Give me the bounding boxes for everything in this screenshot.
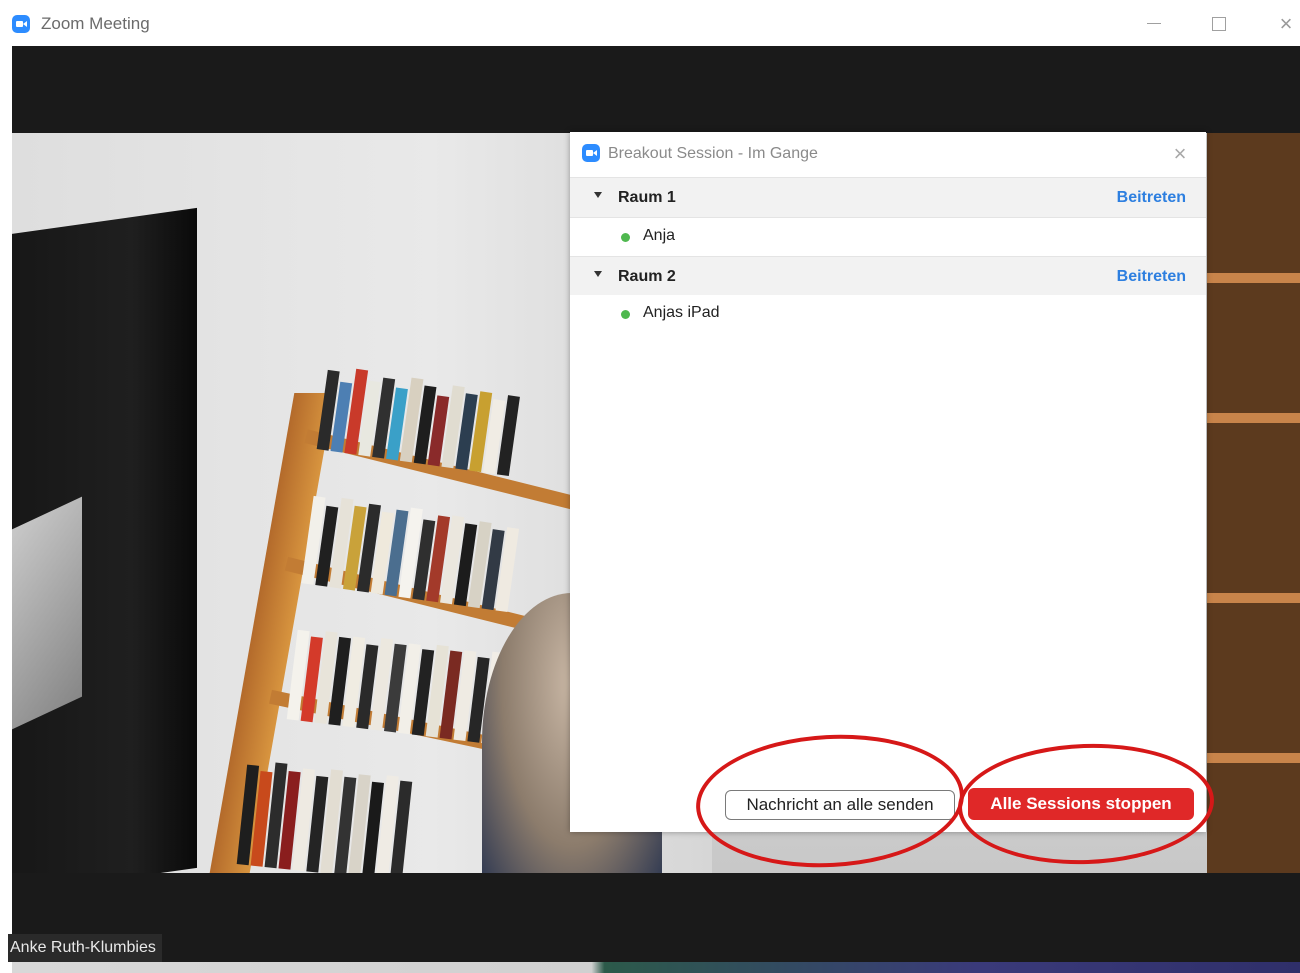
dialog-close-button[interactable]: × (1166, 140, 1194, 168)
taskbar-strip (12, 962, 1300, 973)
window-title: Zoom Meeting (41, 14, 150, 33)
room-name: Raum 2 (618, 268, 676, 285)
zoom-app-icon (12, 15, 30, 33)
room-name: Raum 1 (618, 189, 676, 206)
status-dot-icon (621, 233, 630, 242)
room-row-raum-2[interactable]: Raum 2 Beitreten (570, 256, 1206, 296)
room-row-raum-1[interactable]: Raum 1 Beitreten (570, 178, 1206, 218)
collapse-caret-icon[interactable] (594, 271, 602, 277)
minimize-button[interactable] (1136, 10, 1172, 38)
collapse-caret-icon[interactable] (594, 192, 602, 198)
close-icon: × (1279, 11, 1293, 36)
close-window-button[interactable]: × (1268, 10, 1300, 38)
room-member: Anja (570, 218, 1206, 256)
broadcast-message-button[interactable]: Nachricht an alle senden (725, 790, 955, 820)
member-name: Anjas iPad (643, 304, 720, 321)
video-monitor-glare (12, 496, 82, 730)
participant-name-label: Anke Ruth-Klumbies (8, 934, 162, 962)
video-books-row (236, 755, 414, 873)
maximize-button[interactable] (1201, 10, 1237, 38)
video-right-bookshelf (1207, 133, 1300, 873)
window-titlebar: Zoom Meeting × (0, 0, 1300, 46)
room-member: Anjas iPad (570, 295, 1206, 333)
stop-all-sessions-button[interactable]: Alle Sessions stoppen (968, 788, 1194, 820)
maximize-icon (1212, 16, 1226, 31)
dialog-header: Breakout Session - Im Gange × (570, 132, 1206, 178)
minimize-icon (1147, 23, 1161, 25)
close-icon: × (1173, 141, 1187, 166)
zoom-app-icon (582, 144, 600, 162)
join-room-1-button[interactable]: Beitreten (1117, 189, 1186, 207)
status-dot-icon (621, 310, 630, 319)
dialog-title: Breakout Session - Im Gange (608, 145, 818, 162)
breakout-session-dialog: Breakout Session - Im Gange × Raum 1 Bei… (570, 132, 1206, 832)
member-name: Anja (643, 227, 676, 244)
join-room-2-button[interactable]: Beitreten (1117, 268, 1186, 286)
